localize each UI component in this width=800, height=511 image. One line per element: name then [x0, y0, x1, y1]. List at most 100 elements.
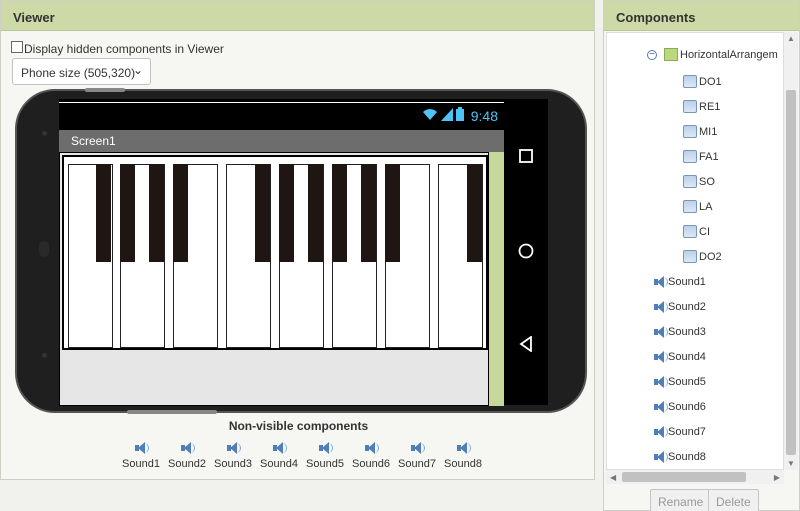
black-key[interactable] — [467, 164, 482, 262]
display-hidden-checkbox[interactable] — [11, 41, 23, 53]
components-panel: Components − HorizontalArrangem DO1 RE1 … — [603, 0, 800, 511]
speaker-icon — [225, 441, 241, 455]
tree-item-key[interactable]: DO1 — [683, 75, 722, 88]
tree-item-sound[interactable]: Sound4 — [652, 350, 706, 364]
image-icon — [683, 125, 697, 138]
piano-keyboard[interactable] — [62, 155, 488, 350]
tree-horizontal-scrollbar[interactable]: ◀ ▶ — [606, 470, 784, 484]
status-bar: 9:48 — [59, 102, 504, 129]
tree-item-key[interactable]: RE1 — [683, 100, 720, 113]
speaker-icon — [363, 441, 379, 455]
nonvisible-sound[interactable]: Sound1 — [118, 441, 164, 470]
delete-button[interactable]: Delete — [708, 489, 759, 511]
viewer-title: Viewer — [1, 1, 594, 31]
scroll-up-icon[interactable]: ▲ — [787, 34, 795, 43]
tree-item-sound[interactable]: Sound6 — [652, 400, 706, 414]
image-icon — [683, 75, 697, 88]
tree-item-arrangement[interactable]: − HorizontalArrangem — [647, 48, 778, 61]
tree-item-sound[interactable]: Sound8 — [652, 450, 706, 464]
tree-item-sound[interactable]: Sound2 — [652, 300, 706, 314]
scroll-down-icon[interactable]: ▼ — [787, 459, 795, 468]
black-key[interactable] — [308, 164, 323, 262]
recent-apps-icon[interactable] — [519, 149, 533, 168]
status-time: 9:48 — [470, 107, 498, 124]
wifi-icon — [422, 108, 438, 124]
phone-button — [85, 88, 125, 92]
image-icon — [683, 250, 697, 263]
nonvisible-sound[interactable]: Sound2 — [164, 441, 210, 470]
nonvisible-sound[interactable]: Sound4 — [256, 441, 302, 470]
image-icon — [683, 200, 697, 213]
nonvisible-sound[interactable]: Sound6 — [348, 441, 394, 470]
speaker-icon — [271, 441, 287, 455]
tree-item-key[interactable]: LA — [683, 200, 712, 213]
app-body — [59, 152, 489, 406]
scroll-thumb[interactable] — [622, 472, 746, 482]
tree-item-sound[interactable]: Sound3 — [652, 325, 706, 339]
phone-screen: 9:48 Screen1 — [59, 99, 548, 406]
tree-item-sound[interactable]: Sound5 — [652, 375, 706, 389]
collapse-icon[interactable]: − — [647, 49, 657, 60]
app-scrollbar[interactable] — [489, 152, 504, 406]
nonvisible-sound[interactable]: Sound8 — [440, 441, 486, 470]
tree-item-key[interactable]: SO — [683, 175, 715, 188]
components-title: Components — [604, 1, 799, 31]
nonvisible-title: Non-visible components — [228, 419, 369, 433]
speaker-icon — [652, 450, 668, 464]
tree-item-sound[interactable]: Sound7 — [652, 425, 706, 439]
viewer-panel: Viewer Display hidden components in View… — [0, 0, 595, 480]
speaker-icon — [652, 425, 668, 439]
speaker-icon — [455, 441, 471, 455]
tree-item-key[interactable]: FA1 — [683, 150, 719, 163]
tree-item-label: HorizontalArrangem — [680, 48, 778, 61]
speaker-icon — [409, 441, 425, 455]
black-key[interactable] — [279, 164, 294, 262]
signal-icon — [440, 107, 453, 124]
black-key[interactable] — [120, 164, 135, 262]
speaker-icon — [652, 325, 668, 339]
tree-item-sound[interactable]: Sound1 — [652, 275, 706, 289]
nonvisible-sound[interactable]: Sound3 — [210, 441, 256, 470]
phone-frame: 9:48 Screen1 — [15, 88, 587, 414]
android-nav-bar — [504, 99, 548, 405]
image-icon — [683, 175, 697, 188]
display-hidden-row[interactable]: Display hidden components in Viewer — [11, 41, 224, 56]
black-key[interactable] — [385, 164, 400, 262]
speaker-icon — [317, 441, 333, 455]
black-key[interactable] — [332, 164, 347, 262]
black-key[interactable] — [173, 164, 188, 262]
rename-button[interactable]: Rename — [650, 489, 712, 511]
black-key[interactable] — [361, 164, 376, 262]
screen-title[interactable]: Screen1 — [59, 130, 504, 152]
nonvisible-sound[interactable]: Sound7 — [394, 441, 440, 470]
phone-sensor — [42, 131, 47, 136]
black-key[interactable] — [149, 164, 164, 262]
tree-vertical-scrollbar[interactable]: ▲ ▼ — [784, 32, 798, 470]
phone-sensor — [42, 353, 47, 358]
speaker-icon — [652, 350, 668, 364]
nonvisible-list: Sound1 Sound2 Sound3 Sound4 Sound5 Sound… — [118, 441, 486, 470]
tree-item-key[interactable]: MI1 — [683, 125, 717, 138]
speaker-icon — [179, 441, 195, 455]
tree-item-key[interactable]: CI — [683, 225, 710, 238]
phone-button — [127, 410, 217, 414]
scroll-thumb[interactable] — [786, 90, 796, 455]
speaker-icon — [652, 300, 668, 314]
tree-item-key[interactable]: DO2 — [683, 250, 722, 263]
home-icon[interactable] — [518, 243, 534, 264]
back-icon[interactable] — [519, 335, 533, 357]
scroll-left-icon[interactable]: ◀ — [610, 473, 616, 482]
phone-size-select[interactable]: Phone size (505,320) ⌄ — [12, 58, 151, 85]
phone-speaker — [39, 241, 49, 257]
component-tree[interactable]: − HorizontalArrangem DO1 RE1 MI1 FA1 SO … — [606, 32, 784, 470]
arrangement-icon — [664, 48, 678, 61]
speaker-icon — [652, 400, 668, 414]
speaker-icon — [652, 375, 668, 389]
nonvisible-sound[interactable]: Sound5 — [302, 441, 348, 470]
scroll-right-icon[interactable]: ▶ — [774, 473, 780, 482]
speaker-icon — [652, 275, 668, 289]
black-key[interactable] — [96, 164, 111, 262]
image-icon — [683, 150, 697, 163]
image-icon — [683, 225, 697, 238]
black-key[interactable] — [255, 164, 270, 262]
